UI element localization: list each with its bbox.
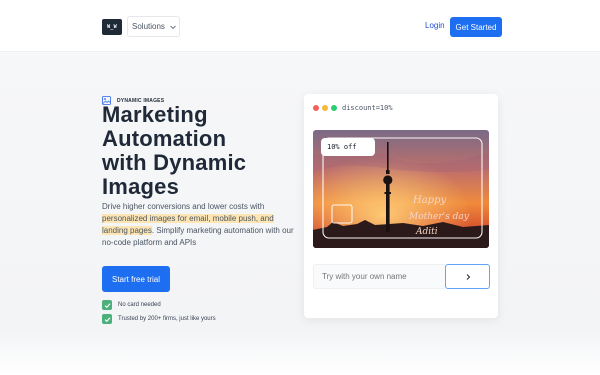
top-nav: W_W Solutions Login Get Started — [0, 0, 600, 52]
brand-logo[interactable]: W_W — [102, 19, 122, 35]
window-dot-green — [331, 105, 337, 111]
check-icon — [102, 300, 112, 310]
headline-line: Automation — [102, 126, 227, 151]
start-free-trial-button[interactable]: Start free trial — [102, 266, 170, 292]
hero-subcopy: Drive higher conversions and lower costs… — [102, 201, 294, 249]
chevron-right-icon — [466, 273, 470, 280]
get-started-button[interactable]: Get Started — [450, 17, 502, 37]
headline-line: with Dynamic — [102, 150, 247, 175]
submit-name-button[interactable] — [445, 264, 490, 289]
feature-check-label: No card needed — [118, 302, 161, 308]
solutions-label: Solutions — [132, 22, 165, 31]
greeting-line: Happy — [413, 195, 447, 206]
feature-check-label: Trusted by 200+ firms, just like yours — [118, 316, 216, 322]
subcopy-text: Drive higher conversions and lower costs… — [102, 202, 265, 211]
demo-url-param: discount=10% — [342, 104, 393, 112]
window-controls — [313, 105, 340, 111]
feature-check: Trusted by 200+ firms, just like yours — [102, 314, 216, 324]
subcopy-highlight: landing pages — [102, 226, 152, 235]
solutions-dropdown[interactable]: Solutions — [127, 16, 180, 37]
headline-line: Images — [102, 174, 180, 199]
check-icon — [102, 314, 112, 324]
window-dot-yellow — [322, 105, 328, 111]
window-dot-red — [313, 105, 319, 111]
feature-check: No card needed — [102, 300, 161, 310]
subcopy-highlight: personalized images for email, mobile pu… — [102, 214, 274, 223]
name-input[interactable] — [313, 264, 445, 289]
headline-line: Marketing — [102, 102, 208, 127]
greeting-line: Mother's day — [409, 212, 469, 222]
discount-tag: 10% off — [327, 143, 357, 151]
chevron-down-icon — [170, 25, 176, 29]
hero-headline: Marketing Automation with Dynamic Images — [102, 103, 302, 199]
greeting-name: Aditi — [416, 227, 438, 237]
demo-card: discount=10% 10% off Happy Mother's day … — [304, 94, 498, 318]
login-link[interactable]: Login — [425, 21, 445, 30]
personalized-image-preview: 10% off Happy Mother's day Aditi — [313, 130, 489, 248]
